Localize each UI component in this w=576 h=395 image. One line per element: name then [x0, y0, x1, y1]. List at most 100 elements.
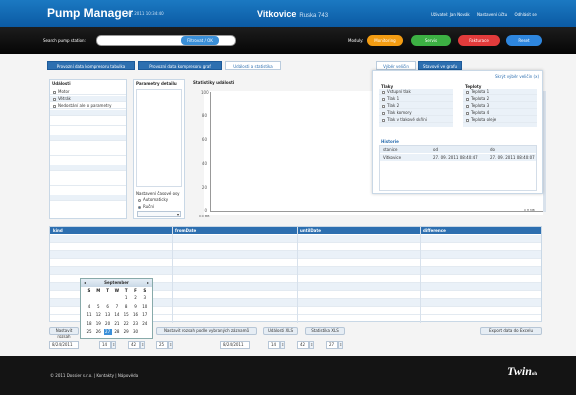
checkbox[interactable]: [382, 118, 385, 122]
table-row[interactable]: [50, 267, 541, 275]
tab-vyber[interactable]: Výběr veličin: [376, 61, 416, 70]
from-date-field[interactable]: 8/24/2011: [49, 341, 79, 349]
teplota-item[interactable]: Teplota 4: [463, 110, 537, 116]
checkbox[interactable]: [466, 90, 469, 94]
radio-manual[interactable]: Ruční: [138, 204, 154, 209]
to-second-stepper[interactable]: ⇕: [338, 341, 343, 349]
statistika-xls-button[interactable]: Statistika XLS: [305, 327, 345, 335]
calendar-day[interactable]: 20: [104, 321, 112, 327]
calendar-day[interactable]: 4: [85, 304, 93, 310]
calendar-day[interactable]: 18: [85, 321, 93, 327]
tlak-item[interactable]: Tlak komory: [379, 110, 453, 116]
calendar-day[interactable]: 24: [141, 321, 149, 327]
from-minute-stepper[interactable]: ⇕: [140, 341, 145, 349]
tlak-item[interactable]: Tlak v tlakové skříni: [379, 117, 453, 123]
calendar-day[interactable]: 8: [122, 304, 130, 310]
calendar-day[interactable]: 9: [132, 304, 140, 310]
calendar-day[interactable]: 19: [94, 321, 102, 327]
mode-fakturace-button[interactable]: Fakturace: [458, 35, 500, 46]
from-hour-field[interactable]: 14: [99, 341, 111, 349]
calendar-day[interactable]: 16: [132, 312, 140, 318]
calendar-day[interactable]: 25: [85, 329, 93, 335]
mode-monitoring-button[interactable]: Monitoring: [367, 35, 403, 46]
radio-icon[interactable]: [138, 205, 141, 209]
udalosti-xls-button[interactable]: Události XLS: [263, 327, 298, 335]
checkbox[interactable]: [466, 97, 469, 101]
to-hour-stepper[interactable]: ⇕: [280, 341, 285, 349]
historie-row[interactable]: Vitkovice 27. 09. 2011 08:40:47 27. 09. …: [380, 154, 536, 161]
calendar-day[interactable]: 6: [104, 304, 112, 310]
udalost-item[interactable]: Větrák: [50, 96, 126, 102]
calendar-day[interactable]: 3: [141, 295, 149, 301]
tlak-item[interactable]: Tlak 2: [379, 103, 453, 109]
grid-col-untildate[interactable]: untilDate: [300, 228, 321, 233]
tab-tabulka[interactable]: Provozní data kompresoru tabulka: [47, 61, 135, 70]
calendar-day[interactable]: 7: [113, 304, 121, 310]
udalost-item[interactable]: Motor: [50, 89, 126, 95]
table-row[interactable]: [50, 251, 541, 259]
checkbox[interactable]: [53, 104, 56, 108]
checkbox[interactable]: [466, 104, 469, 108]
grid-col-kind[interactable]: kind: [53, 228, 63, 233]
teplota-item[interactable]: Teplota 1: [463, 89, 537, 95]
radio-auto[interactable]: Automaticky: [138, 197, 168, 202]
mode-servis-button[interactable]: Servis: [411, 35, 451, 46]
calendar-day[interactable]: 17: [141, 312, 149, 318]
from-second-stepper[interactable]: ⇕: [168, 341, 173, 349]
calendar-day[interactable]: 13: [104, 312, 112, 318]
calendar-day[interactable]: 29: [122, 329, 130, 335]
calendar-day[interactable]: 22: [122, 321, 130, 327]
settings-link[interactable]: Nastavení účtu: [477, 12, 507, 17]
chart-scrollbar[interactable]: [543, 91, 546, 212]
calendar-day[interactable]: 11: [85, 312, 93, 318]
checkbox[interactable]: [466, 118, 469, 122]
to-second-field[interactable]: 27: [326, 341, 338, 349]
tab-stavove[interactable]: Stavové ve grafu: [418, 61, 462, 70]
grid-col-fromdate[interactable]: fromDate: [175, 228, 196, 233]
calendar-day[interactable]: 27: [103, 329, 112, 336]
checkbox[interactable]: [382, 111, 385, 115]
to-hour-field[interactable]: 14: [268, 341, 280, 349]
mode-reset-button[interactable]: Reset: [506, 35, 542, 46]
calendar-day[interactable]: 15: [122, 312, 130, 318]
export-excel-button[interactable]: Export data do Excelu: [480, 327, 542, 335]
filter-button[interactable]: Filtrovat / OK: [181, 36, 219, 45]
checkbox[interactable]: [53, 97, 56, 101]
calendar-day[interactable]: 14: [113, 312, 121, 318]
teplota-item[interactable]: Teplota 3: [463, 103, 537, 109]
grid-col-difference[interactable]: difference: [423, 228, 446, 233]
checkbox[interactable]: [382, 97, 385, 101]
table-row[interactable]: [50, 259, 541, 267]
tab-udalosti[interactable]: Události a statistika: [225, 61, 281, 70]
calendar-day[interactable]: 21: [113, 321, 121, 327]
to-date-field[interactable]: 8/24/2011: [220, 341, 250, 349]
table-row[interactable]: [50, 243, 541, 251]
logout-link[interactable]: Odhlásit se: [514, 12, 536, 17]
teplota-item[interactable]: Teplota 2: [463, 96, 537, 102]
calendar-day[interactable]: 23: [132, 321, 140, 327]
checkbox[interactable]: [466, 111, 469, 115]
tlak-item[interactable]: Tlak 1: [379, 96, 453, 102]
table-row[interactable]: [50, 235, 541, 243]
time-select[interactable]: ▾: [137, 211, 181, 217]
user-link[interactable]: Uživatel: Jan Novák: [431, 12, 470, 17]
calendar-day[interactable]: 10: [141, 304, 149, 310]
to-minute-stepper[interactable]: ⇕: [309, 341, 314, 349]
checkbox[interactable]: [382, 104, 385, 108]
tlak-item[interactable]: Vstupní tlak: [379, 89, 453, 95]
from-second-field[interactable]: 25: [156, 341, 168, 349]
calendar-day[interactable]: 30: [132, 329, 140, 335]
calendar-next-icon[interactable]: ▸: [147, 280, 149, 285]
calendar-day[interactable]: 28: [113, 329, 121, 335]
tab-graf[interactable]: Provozní data kompresoru graf: [138, 61, 222, 70]
checkbox[interactable]: [53, 90, 56, 94]
calendar-day[interactable]: 2: [132, 295, 140, 301]
calendar-day[interactable]: 26: [94, 329, 102, 335]
from-hour-stepper[interactable]: ⇕: [111, 341, 116, 349]
udalost-item[interactable]: Nedostání ale o parametry: [50, 103, 126, 109]
from-minute-field[interactable]: 42: [128, 341, 140, 349]
calendar-day[interactable]: 1: [122, 295, 130, 301]
checkbox[interactable]: [382, 90, 385, 94]
calendar-day[interactable]: 12: [94, 312, 102, 318]
nastavit-podle-button[interactable]: Nastavit rozsah podle vybraných záznamů: [156, 327, 257, 335]
